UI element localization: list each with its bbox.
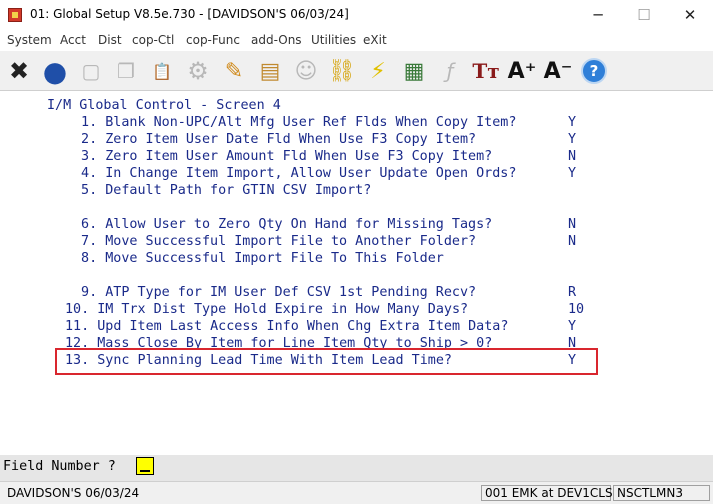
status-company: DAVIDSON'S 06/03/24	[7, 486, 140, 500]
menu-dist[interactable]: Dist	[98, 33, 122, 47]
copy-icon[interactable]: ❐	[111, 56, 141, 86]
field-label-2: 2. Zero Item User Date Fld When Use F3 C…	[73, 132, 477, 147]
field-value-2[interactable]: Y	[568, 132, 576, 148]
menu-exit[interactable]: eXit	[363, 33, 387, 47]
field-label-10: 10. IM Trx Dist Type Hold Expire in How …	[65, 302, 469, 317]
field-value-4[interactable]: Y	[568, 166, 576, 182]
field-number-input[interactable]	[136, 457, 154, 475]
settings-gear-icon[interactable]: ⚙	[183, 56, 213, 86]
field-value-9[interactable]: R	[568, 285, 576, 301]
window-title: 01: Global Setup V8.5e.730 - [DAVIDSON'S…	[30, 7, 349, 21]
menu-add-ons[interactable]: add-Ons	[251, 33, 302, 47]
menu-utilities[interactable]: Utilities	[311, 33, 356, 47]
help-icon[interactable]: ?	[581, 58, 607, 84]
users-icon[interactable]: ☺	[291, 56, 321, 86]
field-label-7: 7. Move Successful Import File to Anothe…	[73, 234, 477, 249]
field-value-7[interactable]: N	[568, 234, 576, 250]
globe-icon[interactable]: ●	[40, 55, 70, 88]
calculator-icon[interactable]: ▦	[399, 56, 429, 86]
status-bar: DAVIDSON'S 06/03/24 001 EMK at DEV1CLS N…	[0, 481, 713, 504]
status-session: 001 EMK at DEV1CLS	[481, 485, 613, 501]
function-icon[interactable]: ƒ	[435, 56, 465, 86]
menu-bar: System Acct Dist cop-Ctl cop-Func add-On…	[0, 31, 713, 51]
close-button[interactable]: ✕	[667, 0, 713, 31]
field-number-label: Field Number ?	[3, 459, 116, 474]
toolbar: ✖ ● ▢ ❐ 📋 ⚙ ✎ ▤ ☺ ⛓ ⚡ ▦ ƒ Tт A⁺ A⁻ ?	[0, 51, 713, 91]
field-label-11: 11. Upd Item Last Access Info When Chg E…	[65, 319, 509, 334]
paste-icon[interactable]: 📋	[147, 56, 177, 86]
terminal-screen: I/M Global Control - Screen 4 1. Blank N…	[0, 91, 713, 455]
title-bar: 01: Global Setup V8.5e.730 - [DAVIDSON'S…	[0, 0, 713, 31]
edit-pencil-icon[interactable]: ✎	[219, 56, 249, 86]
status-terminal: NSCTLMN3	[613, 485, 710, 501]
field-label-6: 6. Allow User to Zero Qty On Hand for Mi…	[73, 217, 493, 232]
field-label-5: 5. Default Path for GTIN CSV Import?	[73, 183, 372, 198]
field-label-4: 4. In Change Item Import, Allow User Upd…	[73, 166, 517, 181]
field-value-6[interactable]: N	[568, 217, 576, 233]
field-label-3: 3. Zero Item User Amount Fld When Use F3…	[73, 149, 493, 164]
font-style-icon[interactable]: Tт	[471, 56, 501, 86]
field-label-8: 8. Move Successful Import File To This F…	[73, 251, 444, 266]
chain-link-icon[interactable]: ⛓	[327, 56, 357, 86]
maximize-button[interactable]: ☐	[621, 0, 667, 31]
prompt-bar: Field Number ?	[0, 455, 713, 481]
font-increase-icon[interactable]: A⁺	[507, 56, 537, 86]
field-value-10[interactable]: 10	[568, 302, 584, 318]
lightning-icon[interactable]: ⚡	[363, 56, 393, 86]
minimize-button[interactable]: ─	[575, 0, 621, 31]
field-value-1[interactable]: Y	[568, 115, 576, 131]
field-value-3[interactable]: N	[568, 149, 576, 165]
field-label-9: 9. ATP Type for IM User Def CSV 1st Pend…	[73, 285, 477, 300]
font-decrease-icon[interactable]: A⁻	[543, 56, 573, 86]
menu-cop-ctl[interactable]: cop-Ctl	[132, 33, 174, 47]
menu-cop-func[interactable]: cop-Func	[186, 33, 240, 47]
field-value-11[interactable]: Y	[568, 319, 576, 335]
screen-heading: I/M Global Control - Screen 4	[47, 98, 281, 113]
close-x-icon[interactable]: ✖	[4, 56, 34, 86]
app-icon	[8, 8, 22, 22]
highlight-box	[55, 348, 598, 375]
text-cursor	[140, 470, 150, 472]
blank-page-icon[interactable]: ▢	[76, 56, 106, 86]
menu-system[interactable]: System	[7, 33, 52, 47]
field-label-1: 1. Blank Non-UPC/Alt Mfg User Ref Flds W…	[73, 115, 517, 130]
notes-icon[interactable]: ▤	[255, 56, 285, 86]
menu-acct[interactable]: Acct	[60, 33, 86, 47]
